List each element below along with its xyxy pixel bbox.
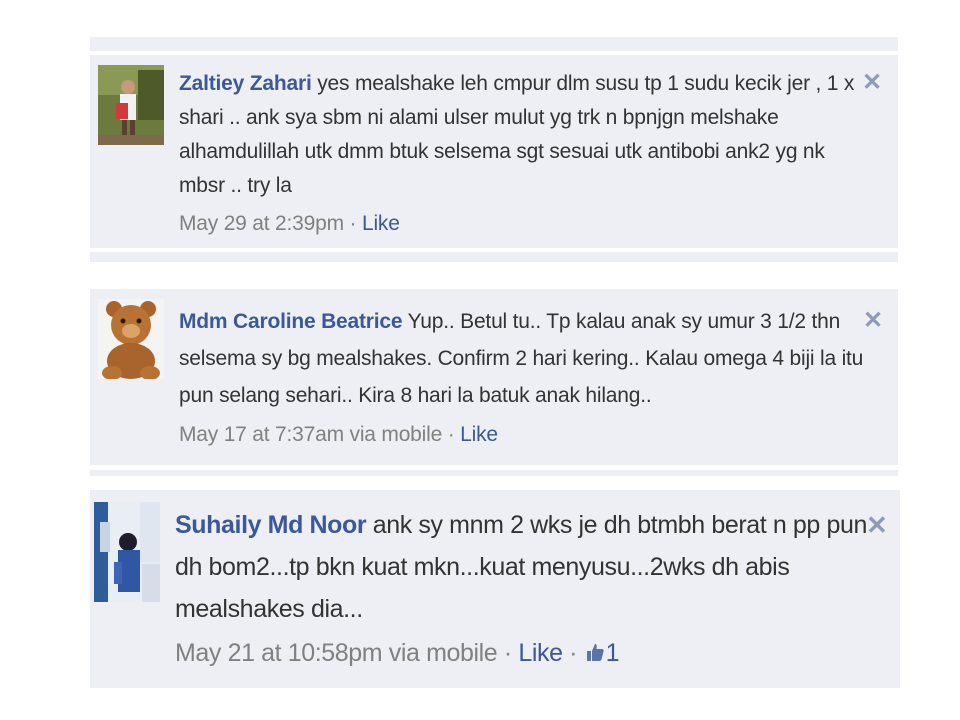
comment-author-link[interactable]: Zaltiey Zahari: [179, 72, 312, 95]
comment-timestamp[interactable]: May 21 at 10:58pm via mobile: [175, 639, 498, 667]
comment-feed: Zaltiey Zahari yes mealshake leh cmpur d…: [0, 0, 960, 720]
comment-item: Suhaily Md Noor ank sy mnm 2 wks je dh b…: [90, 490, 900, 688]
comment-timestamp[interactable]: May 17 at 7:37am via mobile: [179, 423, 442, 446]
meta-separator: ·: [442, 423, 461, 446]
comment-body: Zaltiey Zahari yes mealshake leh cmpur d…: [179, 67, 869, 241]
meta-separator: ·: [497, 639, 519, 667]
comment-author-link[interactable]: Suhaily Md Noor: [175, 511, 367, 539]
comment-item: Mdm Caroline Beatrice Yup.. Betul tu.. T…: [90, 289, 898, 465]
close-icon[interactable]: ✕: [866, 512, 888, 538]
like-link[interactable]: Like: [518, 639, 563, 667]
comment-meta: May 29 at 2:39pm · Like: [179, 207, 869, 241]
hidden-comment-fragment: [90, 252, 898, 262]
avatar[interactable]: [98, 65, 164, 145]
thumbs-up-icon[interactable]: [584, 634, 606, 676]
comment-author-link[interactable]: Mdm Caroline Beatrice: [179, 310, 403, 333]
avatar[interactable]: [98, 299, 164, 379]
comment-meta: May 17 at 7:37am via mobile · Like: [179, 416, 889, 453]
close-icon[interactable]: ✕: [863, 309, 883, 333]
meta-separator: ·: [343, 212, 362, 235]
like-link[interactable]: Like: [460, 423, 498, 446]
close-icon[interactable]: ✕: [862, 71, 882, 95]
meta-separator: ·: [562, 639, 584, 667]
comment-meta: May 21 at 10:58pm via mobile · Like · 1: [175, 632, 875, 676]
previous-comment-fragment: [90, 37, 898, 51]
avatar[interactable]: [94, 502, 160, 602]
like-count[interactable]: 1: [606, 639, 620, 667]
comment-body: Mdm Caroline Beatrice Yup.. Betul tu.. T…: [179, 303, 889, 453]
like-link[interactable]: Like: [362, 212, 400, 235]
comment-body: Suhaily Md Noor ank sy mnm 2 wks je dh b…: [175, 504, 875, 676]
comment-timestamp[interactable]: May 29 at 2:39pm: [179, 212, 344, 235]
hidden-comment-fragment: [90, 470, 898, 476]
comment-item: Zaltiey Zahari yes mealshake leh cmpur d…: [90, 55, 898, 248]
